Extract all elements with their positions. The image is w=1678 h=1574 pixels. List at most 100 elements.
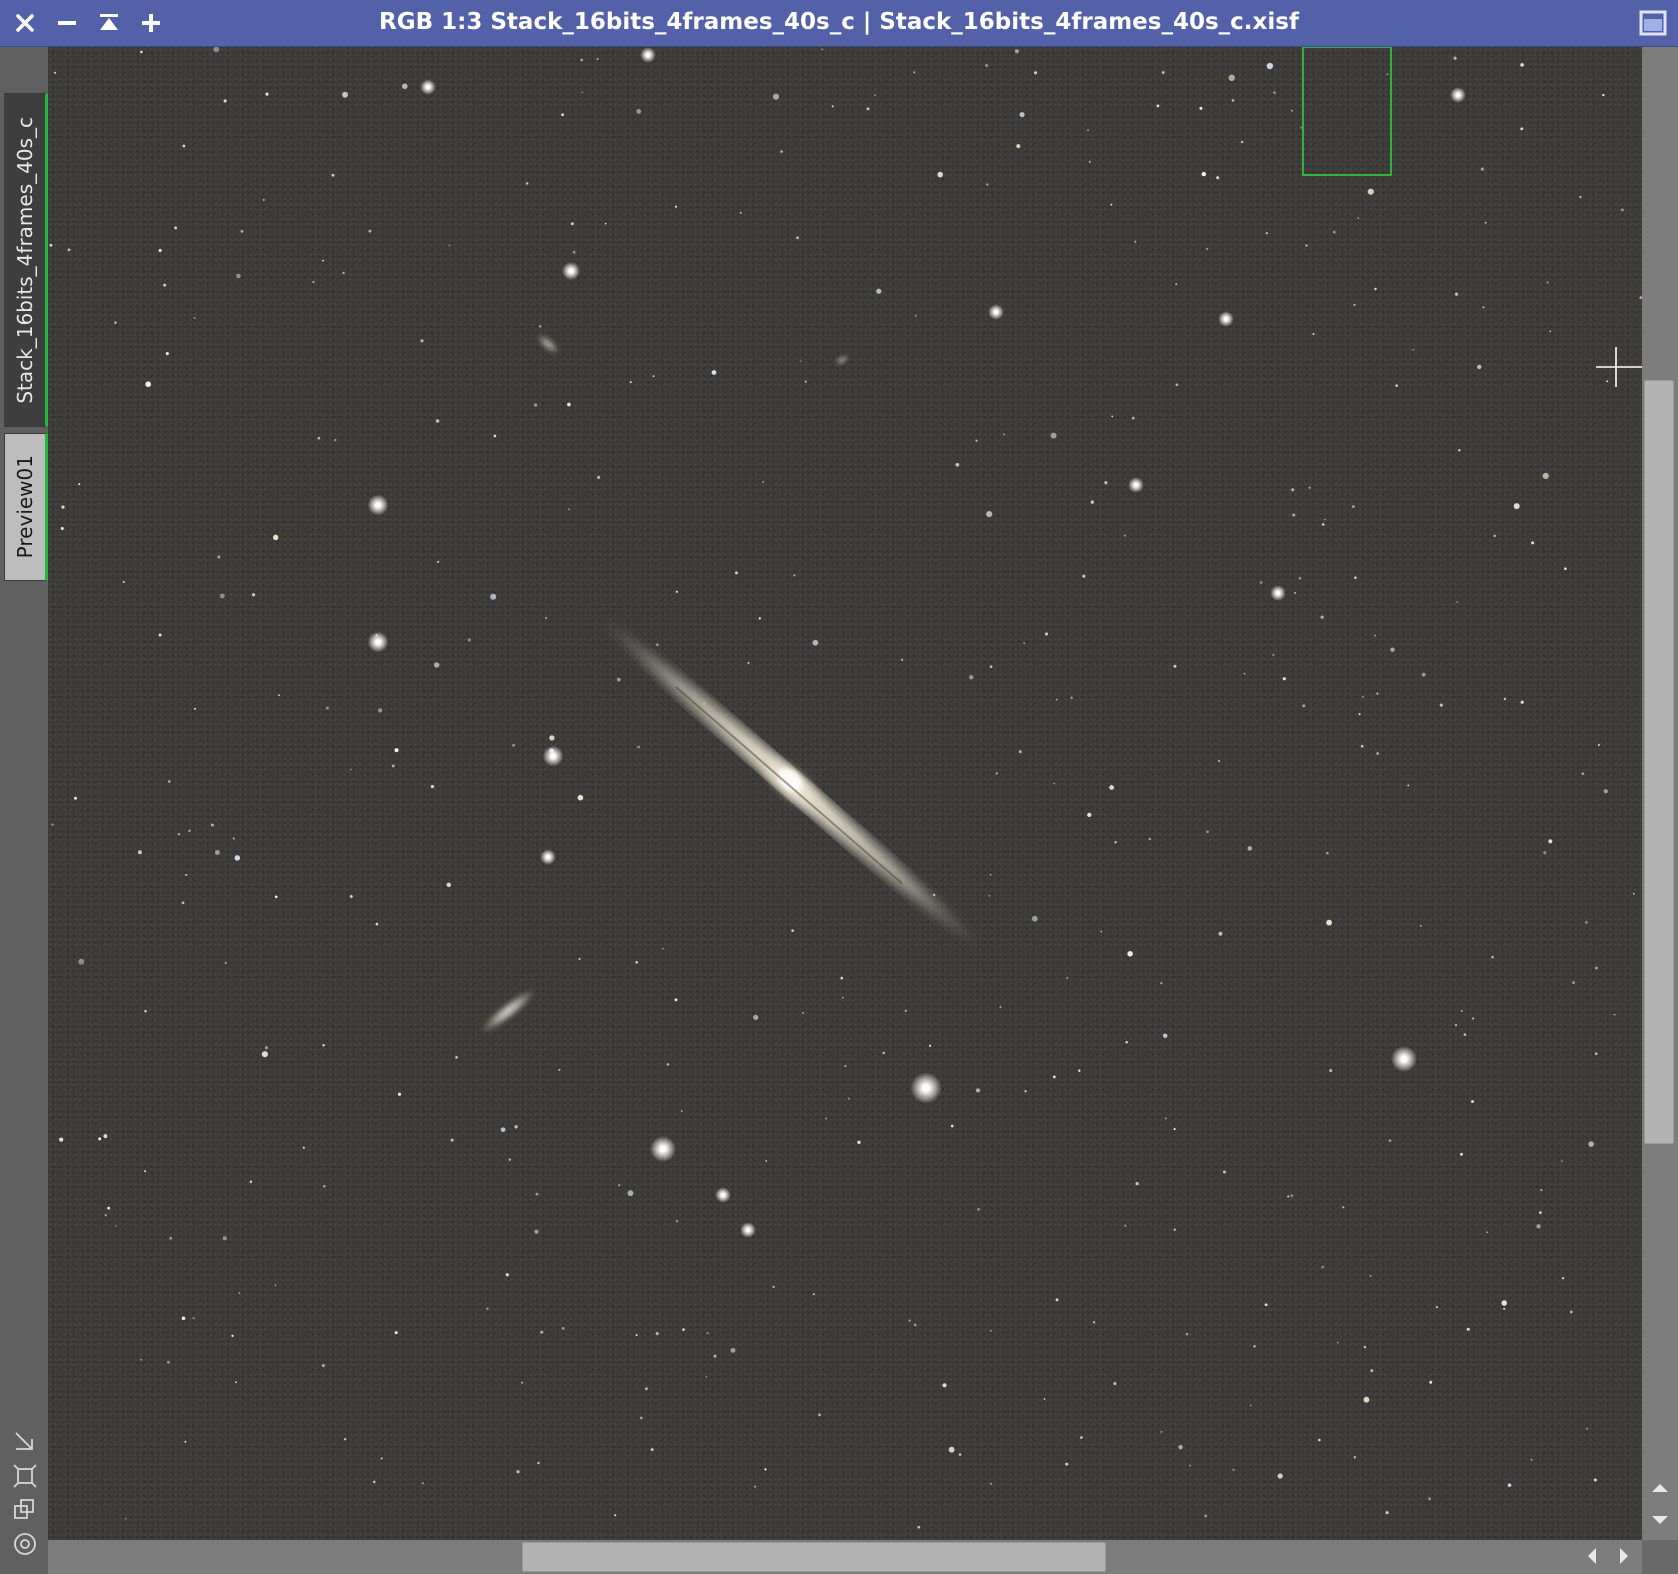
star bbox=[321, 1364, 325, 1368]
star bbox=[224, 961, 227, 965]
star bbox=[549, 735, 555, 741]
star bbox=[67, 248, 71, 252]
vertical-scroll-thumb[interactable] bbox=[1644, 380, 1674, 1144]
star bbox=[500, 1127, 506, 1133]
star bbox=[1456, 601, 1459, 603]
star bbox=[706, 1332, 709, 1335]
star bbox=[1540, 1189, 1543, 1192]
star bbox=[558, 1068, 561, 1071]
zoom-to-fit-icon[interactable] bbox=[12, 1429, 38, 1455]
star bbox=[420, 339, 424, 343]
star bbox=[1066, 977, 1069, 979]
star bbox=[394, 1331, 398, 1335]
star bbox=[674, 205, 678, 208]
star bbox=[1579, 195, 1582, 199]
star bbox=[1164, 1117, 1167, 1120]
star bbox=[1199, 106, 1203, 110]
star bbox=[193, 316, 196, 320]
star bbox=[561, 113, 564, 116]
star bbox=[1369, 1275, 1372, 1277]
target-icon[interactable] bbox=[12, 1531, 38, 1557]
star bbox=[535, 1192, 539, 1196]
bright-star-core bbox=[375, 639, 381, 645]
star bbox=[765, 1160, 768, 1162]
star bbox=[210, 823, 215, 827]
star bbox=[344, 1438, 347, 1441]
star bbox=[342, 271, 345, 275]
star bbox=[372, 1480, 376, 1484]
star bbox=[1033, 71, 1038, 75]
star bbox=[168, 780, 171, 783]
star bbox=[1110, 203, 1113, 206]
star bbox=[1201, 171, 1207, 177]
star bbox=[325, 706, 329, 710]
maximize-icon[interactable] bbox=[136, 8, 166, 38]
star bbox=[490, 593, 497, 600]
star bbox=[655, 643, 659, 647]
scroll-down-icon[interactable] bbox=[1648, 1508, 1672, 1532]
star bbox=[1175, 283, 1178, 286]
star bbox=[1363, 1396, 1370, 1403]
star bbox=[840, 976, 844, 980]
star bbox=[1370, 1369, 1374, 1373]
star bbox=[1395, 384, 1398, 387]
image-canvas[interactable] bbox=[48, 47, 1642, 1540]
star bbox=[1594, 1052, 1598, 1056]
star bbox=[1253, 1345, 1256, 1348]
horizontal-scroll-thumb[interactable] bbox=[522, 1542, 1106, 1572]
star bbox=[1134, 240, 1137, 243]
star bbox=[1249, 1404, 1252, 1407]
star bbox=[1388, 1139, 1392, 1142]
close-icon[interactable] bbox=[10, 8, 40, 38]
star bbox=[222, 1236, 227, 1241]
star bbox=[493, 434, 497, 438]
star bbox=[580, 58, 583, 62]
star bbox=[735, 571, 738, 575]
tab-preview01-label: Preview01 bbox=[13, 455, 37, 559]
star bbox=[804, 380, 807, 383]
star bbox=[882, 1051, 885, 1055]
star bbox=[857, 1140, 861, 1144]
star bbox=[1294, 592, 1296, 594]
star bbox=[163, 283, 167, 287]
star bbox=[1632, 892, 1635, 895]
star bbox=[635, 961, 638, 964]
scroll-right-icon[interactable] bbox=[1612, 1544, 1636, 1568]
star bbox=[1018, 750, 1022, 754]
star bbox=[1374, 634, 1377, 637]
star bbox=[844, 1065, 847, 1068]
star bbox=[578, 957, 581, 961]
star bbox=[568, 508, 570, 511]
star bbox=[1124, 1224, 1127, 1227]
star bbox=[1360, 744, 1364, 748]
star bbox=[1232, 1468, 1235, 1472]
scroll-up-icon[interactable] bbox=[1648, 1476, 1672, 1500]
star bbox=[913, 71, 916, 74]
star bbox=[249, 1180, 253, 1184]
star bbox=[349, 768, 352, 771]
star bbox=[537, 1461, 540, 1465]
star bbox=[1503, 1307, 1506, 1310]
star bbox=[1463, 1033, 1467, 1036]
star bbox=[1361, 696, 1364, 698]
scroll-left-icon[interactable] bbox=[1580, 1544, 1604, 1568]
star bbox=[821, 48, 824, 51]
shade-icon[interactable] bbox=[94, 8, 124, 38]
star bbox=[1354, 576, 1357, 579]
window-restore-icon[interactable] bbox=[1638, 8, 1668, 38]
star bbox=[561, 1327, 565, 1330]
star bbox=[581, 91, 584, 94]
star bbox=[812, 1293, 815, 1296]
tab-main-view[interactable]: Stack_16bits_4frames_40s_c bbox=[4, 93, 48, 427]
minimize-icon[interactable] bbox=[52, 8, 82, 38]
star bbox=[53, 71, 57, 74]
star bbox=[433, 662, 440, 668]
clone-view-icon[interactable] bbox=[12, 1497, 38, 1523]
star bbox=[104, 1213, 108, 1217]
star bbox=[995, 772, 998, 775]
star bbox=[322, 259, 324, 262]
crosshair-cursor-icon bbox=[1596, 347, 1642, 387]
star bbox=[1549, 330, 1552, 333]
fit-view-icon[interactable] bbox=[12, 1463, 38, 1489]
tab-preview01[interactable]: Preview01 bbox=[4, 433, 48, 581]
